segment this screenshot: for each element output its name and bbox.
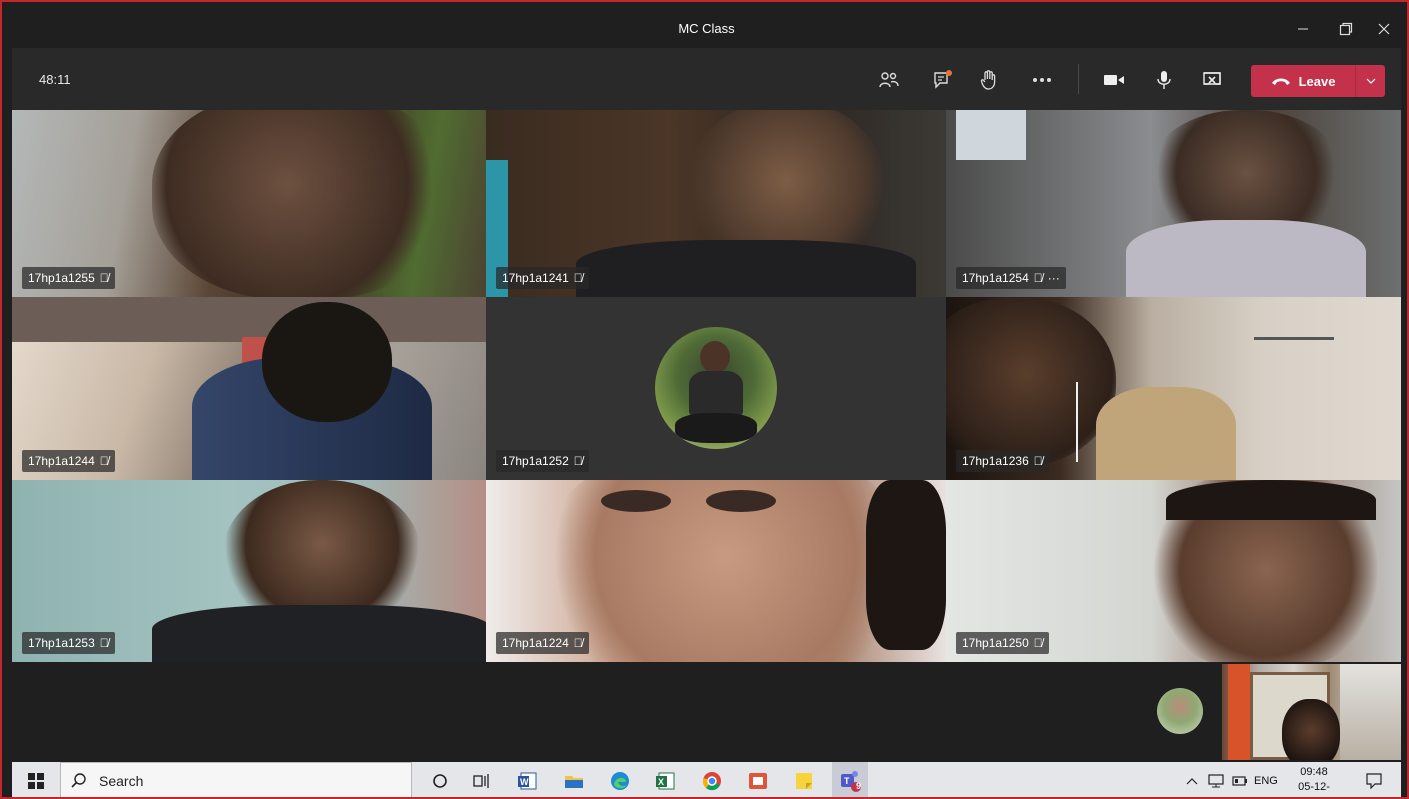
windows-taskbar: Search W X T 9 ENG 09:48 05-12-: [12, 762, 1401, 797]
participant-nameplate: 17hp1a1250 🎙̸: [956, 632, 1049, 654]
task-view-icon[interactable]: [464, 762, 500, 797]
video-tile[interactable]: 17hp1a1255 🎙̸: [12, 110, 486, 297]
search-icon: [71, 772, 86, 788]
avatar: [655, 327, 777, 449]
mic-off-icon: 🎙̸: [1033, 454, 1043, 468]
cortana-icon[interactable]: [422, 762, 458, 797]
hand-icon[interactable]: [974, 65, 1004, 95]
mic-off-icon: 🎙̸: [573, 636, 583, 650]
battery-icon[interactable]: [1232, 762, 1248, 797]
phone-hangup-icon: [1271, 78, 1290, 85]
edge-icon[interactable]: [602, 762, 638, 797]
svg-text:T: T: [844, 776, 850, 786]
taskbar-search[interactable]: Search: [60, 762, 412, 797]
close-button[interactable]: [1366, 10, 1402, 48]
video-tile[interactable]: 17hp1a1254 🎙̸ ···: [946, 110, 1401, 297]
teams-taskbar-icon[interactable]: T 9: [832, 762, 868, 797]
chevron-up-icon[interactable]: [1186, 762, 1198, 797]
meeting-controls: 48:11 Leave: [12, 48, 1401, 110]
notifications-icon[interactable]: [1366, 762, 1382, 797]
participant-nameplate: 17hp1a1253 🎙̸: [22, 632, 115, 654]
more-icon[interactable]: ···: [1048, 271, 1060, 285]
word-icon[interactable]: W: [510, 762, 546, 797]
teams-badge-count: 9: [856, 781, 862, 791]
mic-off-icon: 🎙̸: [1033, 271, 1043, 285]
video-tile[interactable]: 17hp1a1224 🎙̸: [486, 480, 946, 662]
mic-off-icon: 🎙̸: [1033, 636, 1043, 650]
avatar[interactable]: [1157, 688, 1203, 734]
toolbar-divider: [1078, 64, 1079, 94]
window-title: MC Class: [678, 21, 735, 36]
mic-off-icon: 🎙̸: [99, 636, 109, 650]
svg-text:X: X: [658, 777, 664, 787]
chevron-down-icon[interactable]: [1356, 65, 1385, 97]
chrome-icon[interactable]: [694, 762, 730, 797]
video-tile[interactable]: 17hp1a1253 🎙̸: [12, 480, 486, 662]
microphone-icon[interactable]: [1149, 65, 1179, 95]
participant-nameplate: 17hp1a1254 🎙̸ ···: [956, 267, 1066, 289]
network-icon[interactable]: [1208, 762, 1224, 797]
clock-time: 09:48: [1300, 766, 1328, 778]
participant-nameplate: 17hp1a1244 🎙̸: [22, 450, 115, 472]
video-tile[interactable]: 17hp1a1236 🎙̸: [946, 297, 1401, 480]
teams-window: MC Class 48:11 Leave 17hp1a1255 🎙̸ 17hp1…: [0, 0, 1409, 799]
video-tile[interactable]: 17hp1a1244 🎙̸: [12, 297, 486, 480]
video-tile[interactable]: 17hp1a1241 🎙̸: [486, 110, 946, 297]
title-bar: MC Class: [12, 10, 1401, 48]
people-icon[interactable]: [874, 65, 904, 95]
self-view[interactable]: [1222, 664, 1401, 760]
video-camera-icon[interactable]: [1099, 65, 1129, 95]
leave-label: Leave: [1298, 73, 1336, 89]
video-tile[interactable]: 17hp1a1252 🎙̸: [486, 297, 946, 480]
leave-main[interactable]: Leave: [1251, 65, 1355, 97]
participant-nameplate: 17hp1a1241 🎙̸: [496, 267, 589, 289]
participant-nameplate: 17hp1a1236 🎙̸: [956, 450, 1049, 472]
file-explorer-icon[interactable]: [556, 762, 592, 797]
chat-icon[interactable]: [929, 65, 959, 95]
sticky-notes-icon[interactable]: [786, 762, 822, 797]
share-screen-icon[interactable]: [1197, 65, 1227, 95]
meeting-timer: 48:11: [39, 72, 71, 87]
more-icon[interactable]: [1027, 65, 1057, 95]
mic-off-icon: 🎙̸: [99, 271, 109, 285]
mic-off-icon: 🎙̸: [573, 271, 583, 285]
bottom-strip: [12, 662, 1401, 760]
mic-off-icon: 🎙̸: [99, 454, 109, 468]
windows-start-icon[interactable]: [18, 762, 54, 797]
video-tile[interactable]: 17hp1a1250 🎙̸: [946, 480, 1401, 662]
clock-date: 05-12-2020: [1298, 781, 1330, 797]
participant-nameplate: 17hp1a1224 🎙̸: [496, 632, 589, 654]
taskbar-clock[interactable]: 09:48 05-12-2020: [1287, 765, 1341, 797]
participant-nameplate: 17hp1a1252 🎙̸: [496, 450, 589, 472]
language-indicator[interactable]: ENG: [1254, 762, 1278, 797]
leave-button[interactable]: Leave: [1251, 65, 1385, 97]
excel-icon[interactable]: X: [648, 762, 684, 797]
mic-off-icon: 🎙̸: [573, 454, 583, 468]
svg-text:W: W: [520, 777, 529, 787]
participant-nameplate: 17hp1a1255 🎙̸: [22, 267, 115, 289]
restore-button[interactable]: [1328, 10, 1364, 48]
search-label: Search: [99, 772, 144, 789]
minimize-button[interactable]: [1285, 10, 1321, 48]
app-icon-red[interactable]: [740, 762, 776, 797]
